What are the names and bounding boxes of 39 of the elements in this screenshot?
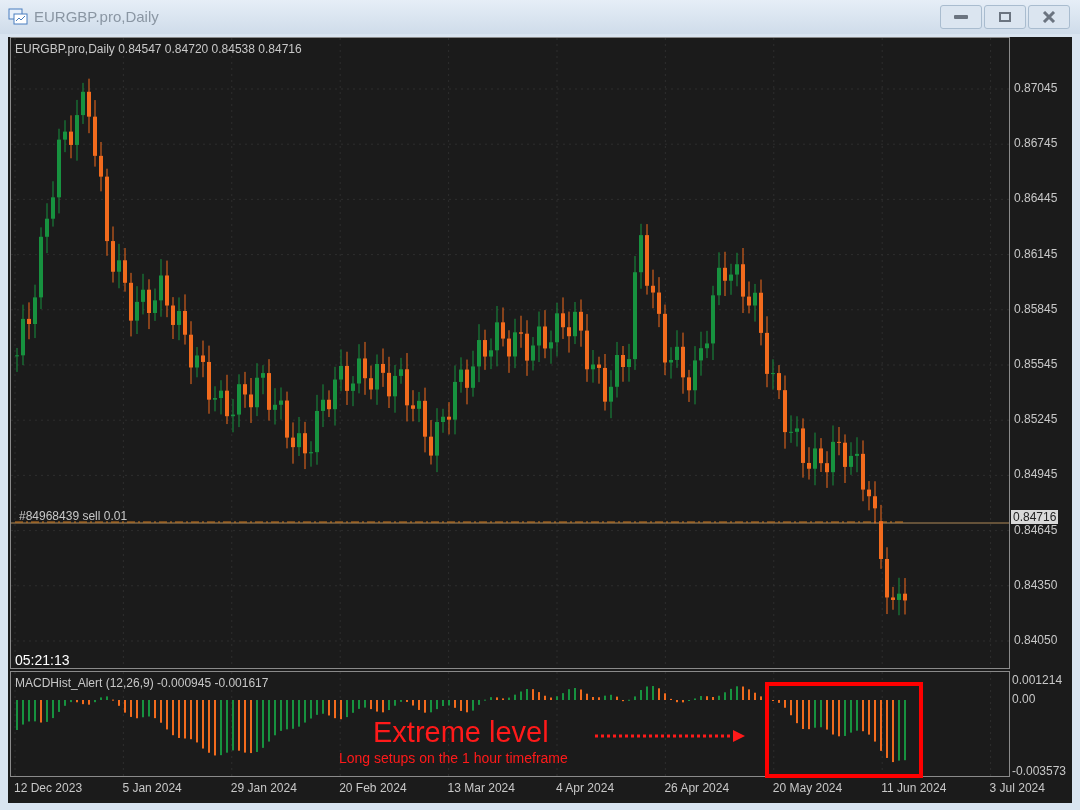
current-price-label: 0.84716	[1011, 510, 1059, 524]
indicator-axis-label: 0.00	[1012, 692, 1036, 706]
price-axis-label: 0.86745	[1014, 136, 1058, 151]
date-axis-label: 20 Feb 2024	[339, 781, 407, 795]
price-axis-label: 0.86145	[1014, 246, 1058, 261]
date-axis-label: 5 Jan 2024	[122, 781, 182, 795]
date-axis-label: 11 Jun 2024	[881, 781, 947, 795]
date-axis-label: 29 Jan 2024	[230, 781, 297, 795]
annotation-title: Extreme level	[373, 716, 549, 748]
minimize-icon	[954, 15, 968, 19]
price-axis-label: 0.86445	[1014, 191, 1058, 206]
price-axis-label: 0.84050	[1014, 633, 1058, 647]
price-axis-label: 0.85245	[1014, 412, 1058, 427]
indicator-header: MACDHist_Alert (12,26,9) -0.000945 -0.001617	[15, 675, 269, 692]
chart-header: EURGBP.pro,Daily 0.84547 0.84720 0.84538 0.84716	[15, 41, 302, 58]
price-axis-label: 0.84645	[1014, 522, 1058, 537]
date-axis-label: 26 Apr 2024	[664, 781, 730, 795]
date-axis-label: 20 May 2024	[772, 781, 843, 795]
price-axis-label: 0.84945	[1014, 467, 1058, 482]
maximize-icon	[999, 12, 1011, 22]
chart-window-icon	[8, 8, 28, 26]
price-axis-label: 0.85845	[1014, 301, 1058, 316]
window-title: EURGBP.pro,Daily	[34, 6, 159, 27]
annotation-subtitle: Long setups on the 1 hour timeframe	[339, 750, 568, 766]
minimize-button[interactable]	[940, 5, 982, 29]
date-axis-label: 13 Mar 2024	[447, 781, 515, 795]
date-axis-label: 12 Dec 2023	[14, 781, 83, 795]
price-axis-label: 0.85545	[1014, 357, 1058, 371]
price-axis-label: 0.84350	[1014, 577, 1058, 592]
price-axis-label: 0.87045	[1014, 81, 1058, 95]
indicator-axis-label: -0.003573	[1012, 764, 1067, 778]
close-icon	[1042, 11, 1056, 23]
order-line-label: #84968439 sell 0.01	[19, 508, 128, 525]
maximize-button[interactable]	[984, 5, 1026, 29]
close-button[interactable]	[1028, 5, 1070, 29]
countdown-timer: 05:21:13	[15, 651, 70, 670]
date-axis-label: 3 Jul 2024	[989, 781, 1045, 795]
indicator-axis-label: 0.001214	[1012, 673, 1063, 687]
date-axis-label: 4 Apr 2024	[556, 781, 615, 795]
